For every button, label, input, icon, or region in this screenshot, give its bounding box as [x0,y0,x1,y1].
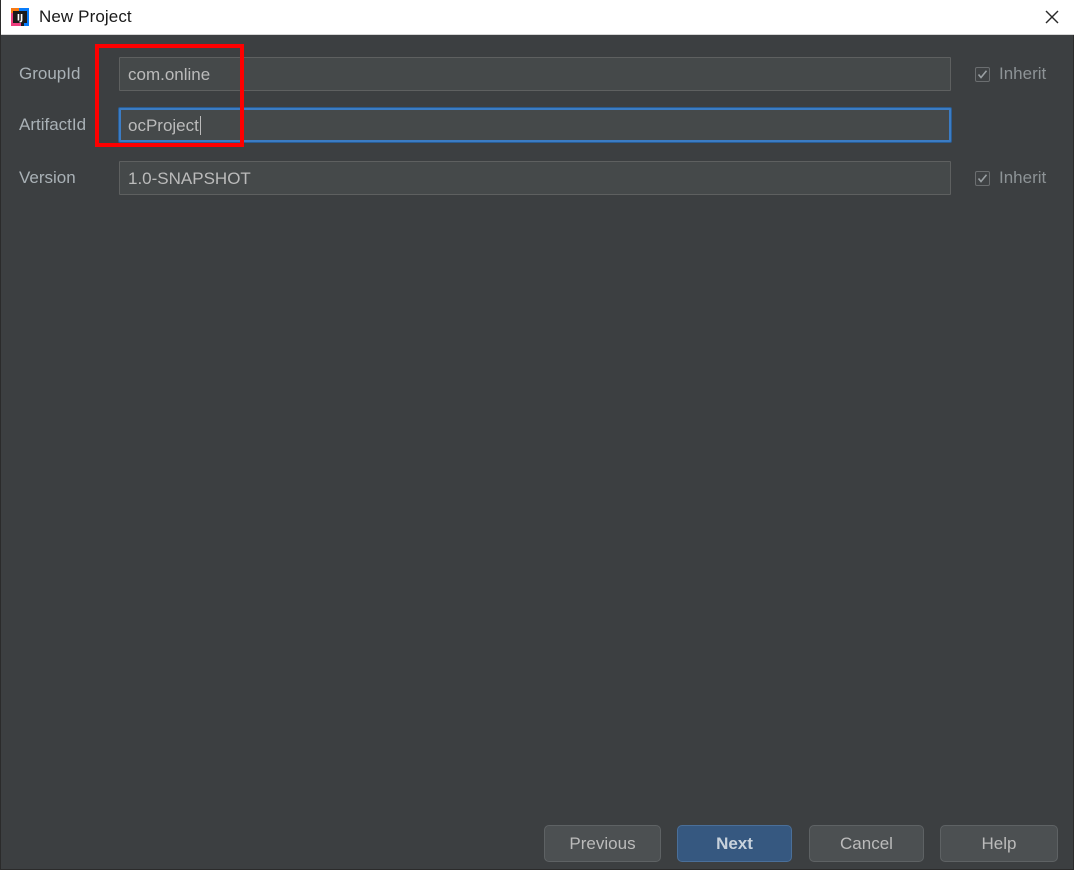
window-title: New Project [39,7,132,26]
form-row-groupid: GroupId com.online Inherit [1,57,1074,91]
version-inherit-label: Inherit [999,168,1047,187]
artifactid-input[interactable]: ocProject [119,108,951,142]
artifactid-label: ArtifactId [19,115,87,134]
groupid-inherit-checkbox-group[interactable]: Inherit [975,57,1046,91]
cancel-button[interactable]: Cancel [809,825,924,862]
form-row-artifactid: ArtifactId ocProject [1,108,1074,142]
close-icon[interactable] [1029,0,1074,34]
svg-text:IJ: IJ [17,14,23,24]
next-button[interactable]: Next [677,825,792,862]
intellij-idea-icon: IJ [11,8,29,26]
form-row-version: Version 1.0-SNAPSHOT Inherit [1,161,1074,195]
new-project-dialog: IJ New Project GroupId com.online Inheri… [0,0,1074,870]
version-value: 1.0-SNAPSHOT [128,168,251,188]
help-button[interactable]: Help [940,825,1058,862]
previous-button[interactable]: Previous [544,825,661,862]
artifactid-value: ocProject [128,115,199,135]
groupid-input[interactable]: com.online [119,57,951,91]
groupid-label: GroupId [19,64,81,83]
version-input[interactable]: 1.0-SNAPSHOT [119,161,951,195]
titlebar-separator [1,34,1074,35]
checkbox-checked-icon[interactable] [975,66,990,82]
dialog-button-bar: Previous Next Cancel Help [1,825,1074,863]
version-label: Version [19,168,76,187]
title-bar: IJ New Project [1,0,1074,34]
groupid-inherit-label: Inherit [999,64,1047,83]
checkbox-checked-icon[interactable] [975,170,990,186]
text-caret [199,115,201,135]
version-inherit-checkbox-group[interactable]: Inherit [975,161,1046,195]
groupid-value: com.online [128,64,211,84]
